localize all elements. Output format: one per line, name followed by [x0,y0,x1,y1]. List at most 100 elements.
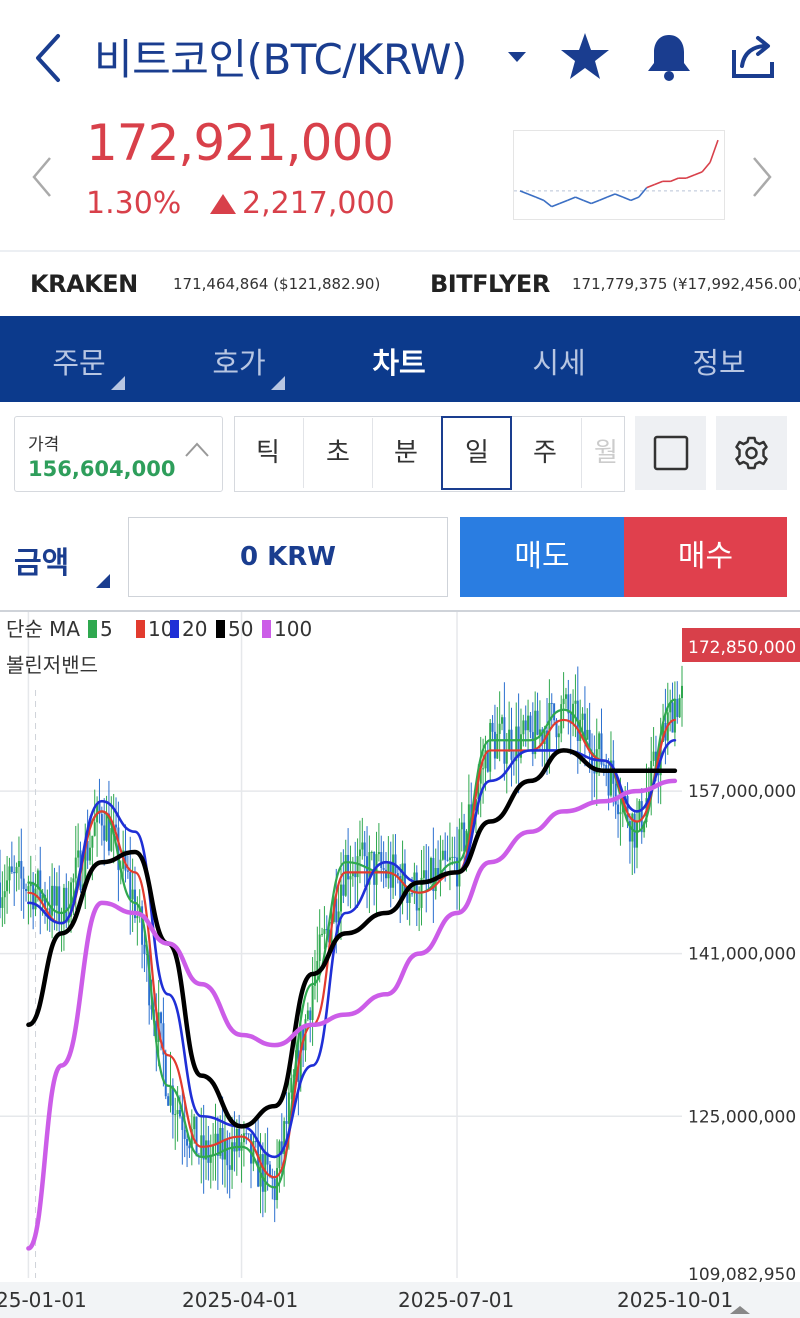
candle-body [614,783,617,805]
bell-icon[interactable] [642,30,696,84]
period-month[interactable]: 월 [582,416,623,490]
candle-body [10,866,13,872]
candle-body [6,880,9,892]
candle-body [448,857,451,861]
candle-body [32,881,35,910]
candle-body [55,886,58,906]
back-arrow-icon[interactable] [28,30,72,86]
dropdown-caret-icon[interactable] [508,52,526,62]
amount-input[interactable]: 0 KRW [128,517,448,597]
candle-body [451,856,454,858]
candle-body [489,722,492,772]
candle-body [351,873,354,877]
candle-body [382,867,385,870]
candle-body [169,1085,172,1106]
candle-body [482,768,485,770]
current-price-label: 172,850,000 [688,638,796,658]
candle-body [103,825,106,841]
candle-body [51,885,54,916]
candle-body [441,850,444,860]
tab-market[interactable]: 시세 [509,340,609,382]
candle-body [422,870,425,878]
previous-coin-icon[interactable] [28,152,58,202]
period-minute[interactable]: 분 [372,416,440,490]
legend-period: 100 [274,617,312,641]
exchange-name: KRAKEN [30,270,138,298]
candle-body [527,715,530,731]
sparkline-segment [614,193,624,198]
next-coin-icon[interactable] [746,152,776,202]
candle-body [65,887,68,923]
candle-body [143,944,146,955]
legend-swatch [88,620,97,638]
candle-body [389,863,392,888]
candle-body [550,703,553,705]
legend-swatch [262,620,271,638]
amount-type-label[interactable]: 금액 [14,538,69,582]
candle-body [321,933,324,935]
sparkline-segment [622,196,632,202]
period-second[interactable]: 초 [304,416,372,490]
legend-ma-label: 단순 MA [6,617,80,641]
sell-button[interactable]: 매도 [460,517,624,597]
tab-info[interactable]: 정보 [669,340,769,382]
candle-body [39,870,42,902]
tab-chart[interactable]: 차트 [349,340,449,382]
candle-body [358,849,361,857]
candle-body [100,814,103,826]
candle-body [15,866,18,874]
sparkline-segment [654,180,663,186]
candle-body [501,717,504,724]
chart-svg: 109,082,950125,000,000141,000,000157,000… [0,610,800,1318]
corner-indicator-icon [111,376,125,390]
candle-body [493,731,496,759]
candle-body [110,827,113,851]
legend-period: 50 [228,617,253,641]
candle-body [444,850,447,860]
candle-body [498,723,501,734]
share-icon[interactable] [726,30,780,84]
current-price: 172,921,000 [86,114,394,172]
candle-body [347,854,350,880]
candle-body [344,854,347,896]
star-icon[interactable] [558,30,612,84]
candle-body [586,729,589,740]
candle-body [247,1133,250,1135]
candle-body [354,873,357,878]
sparkline-segment [535,196,545,202]
period-tick[interactable]: 틱 [234,416,302,490]
candle-body [186,1138,189,1146]
candle-body [453,856,456,858]
candle-body [361,842,364,850]
candle-body [323,929,326,934]
period-week[interactable]: 주 [511,416,579,490]
coin-title[interactable]: 비트코인(BTC/KRW) [94,26,467,87]
buy-button[interactable]: 매수 [624,517,787,597]
candle-body [562,698,565,705]
candle-body [88,847,91,861]
candle-body [598,733,601,750]
candle-body [560,704,563,734]
candle-body [602,764,605,766]
legend-swatch [216,620,225,638]
candle-body [129,871,132,900]
price-chart[interactable]: 109,082,950 125,000,000 141,000,000 157,000… [0,610,800,1318]
candle-body [1,897,4,908]
candle-body [318,934,321,961]
sparkline-segment [693,171,703,176]
candle-body [231,1142,234,1170]
candle-body [212,1145,215,1155]
layout-toggle-button[interactable] [635,416,706,490]
y-tick-label: 125,000,000 [688,1107,796,1127]
candle-body [193,1116,196,1130]
x-tick-label: 2025-04-01 [182,1288,298,1312]
candle-body [553,703,556,721]
gear-icon[interactable] [716,416,787,490]
candle-body [74,857,77,879]
candle-body [380,852,383,868]
candle-body [183,1129,186,1139]
sparkline-segment [646,183,655,189]
candle-body [131,889,134,900]
sparkline-segment [575,196,584,202]
chevron-up-icon[interactable] [184,440,210,460]
